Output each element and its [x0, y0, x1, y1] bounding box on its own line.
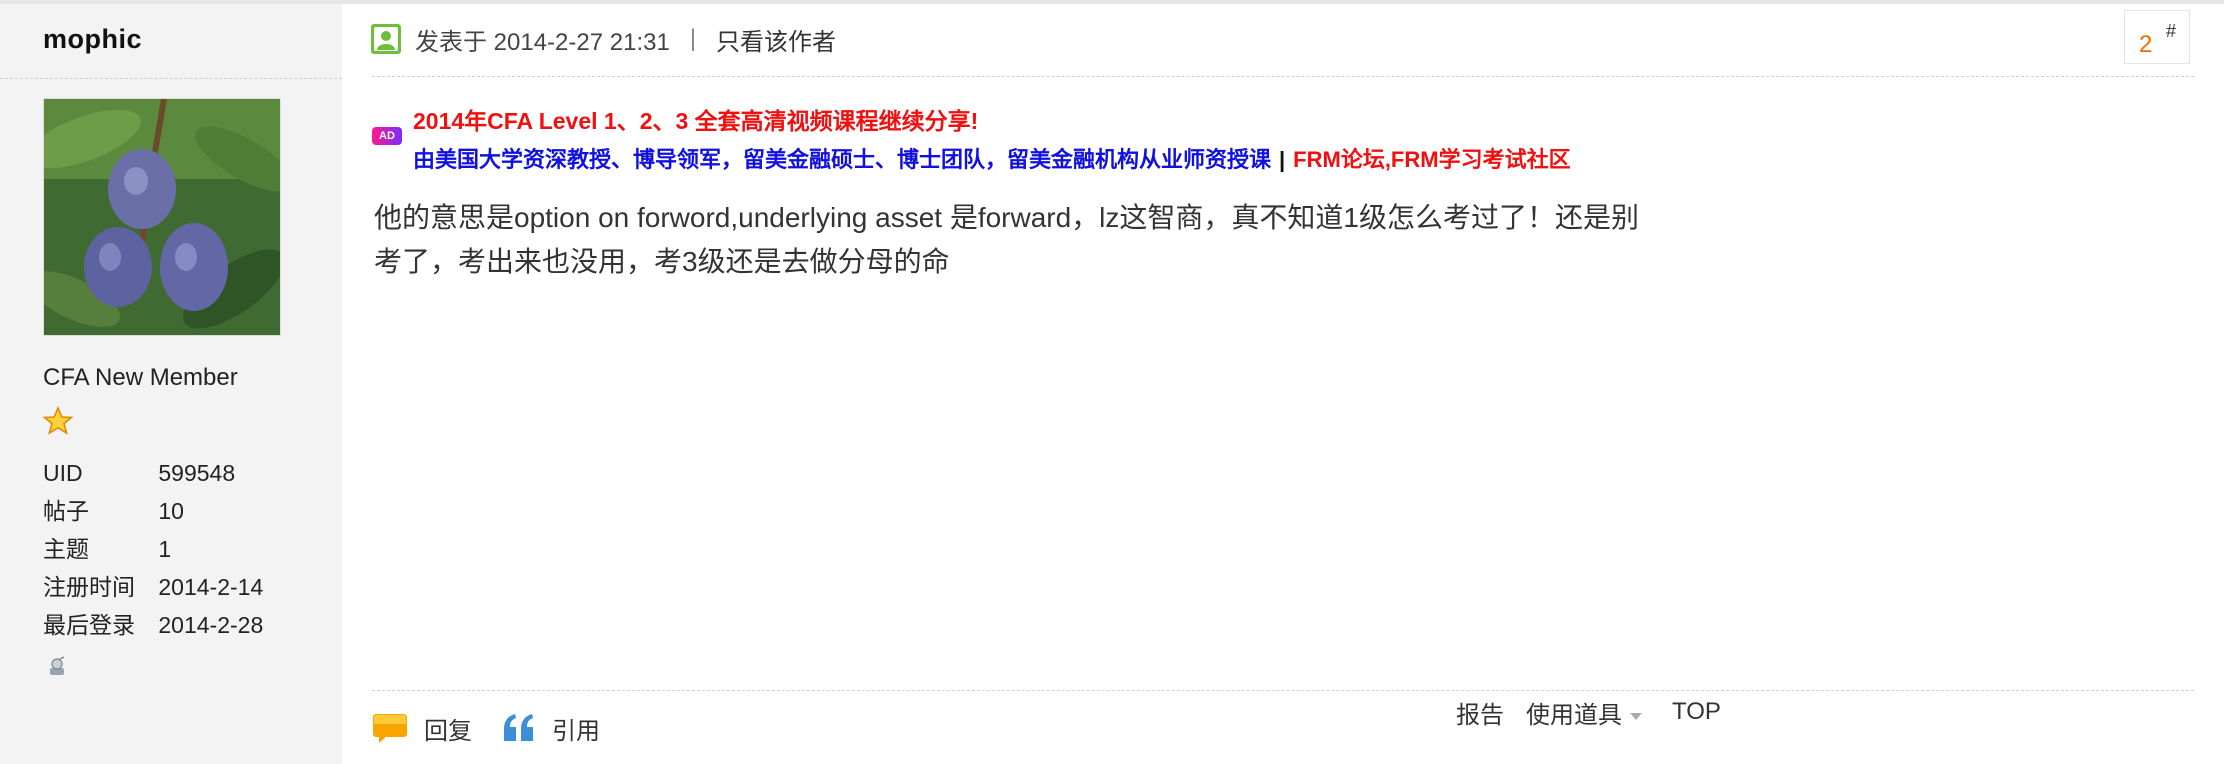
post-content-line: 考了，考出来也没用，考3级还是去做分母的命	[374, 246, 950, 277]
avatar[interactable]	[43, 98, 281, 336]
footer-divider	[372, 690, 2194, 691]
header-divider	[372, 76, 2194, 77]
reply-button[interactable]: 回复	[372, 711, 472, 746]
quote-icon	[504, 714, 533, 741]
stat-value[interactable]: 599548	[158, 454, 235, 492]
stat-label: 最后登录	[43, 612, 135, 638]
member-rank: CFA New Member	[43, 364, 238, 391]
use-item-dropdown[interactable]: 使用道具	[1526, 695, 1642, 730]
quote-button[interactable]: 引用	[502, 711, 600, 746]
post-header: 发表于 2014-2-27 21:31 | 只看该作者	[371, 20, 836, 58]
star-icon	[43, 406, 73, 435]
user-icon	[371, 24, 401, 54]
stat-row-threads: 主题 1	[43, 530, 263, 568]
author-stats: UID 599548 帖子 10 主题 1 注册时间 2014-2-14 最后登…	[43, 454, 263, 644]
online-status-icon[interactable]	[46, 656, 68, 678]
sidebar-divider	[0, 78, 342, 79]
top-link[interactable]: TOP	[1672, 698, 1721, 726]
stat-value: 2014-2-14	[158, 574, 264, 600]
stat-row-posts: 帖子 10	[43, 492, 263, 530]
post-actions-right: 报告 使用道具 TOP	[1456, 694, 1721, 730]
post-timestamp: 发表于 2014-2-27 21:31	[415, 28, 670, 56]
stat-value[interactable]: 10	[158, 492, 184, 530]
ad-badge-icon: AD	[372, 127, 402, 145]
stat-row-last-login: 最后登录 2014-2-28	[43, 606, 263, 644]
post-content-line: 他的意思是option on forword,underlying asset …	[374, 202, 1639, 233]
ad-separator: |	[1279, 147, 1286, 172]
post-actions-left: 回复 引用	[372, 710, 600, 746]
quote-label: 引用	[552, 717, 600, 745]
stat-value[interactable]: 1	[158, 530, 171, 568]
ad-line-2: 由美国大学资深教授、博导领军，留美金融硕士、博士团队，留美金融机构从业师资授课 |…	[413, 142, 1571, 174]
stat-row-uid: UID 599548	[43, 454, 263, 492]
stat-label: UID	[43, 460, 83, 486]
chevron-down-icon	[1630, 712, 1642, 720]
reply-label: 回复	[424, 717, 472, 745]
ad-link-course[interactable]: 2014年CFA Level 1、2、3 全套高清视频课程继续分享!	[413, 102, 978, 136]
reply-icon	[373, 714, 407, 743]
only-author-link[interactable]: 只看该作者	[716, 22, 836, 57]
ad-link-teachers[interactable]: 由美国大学资深教授、博导领军，留美金融硕士、博士团队，留美金融机构从业师资授课	[413, 147, 1271, 172]
ad-link-frm-forum[interactable]: FRM论坛,FRM学习考试社区	[1293, 147, 1570, 172]
floor-number-badge[interactable]: 2 #	[2124, 10, 2190, 64]
stat-label: 帖子	[43, 498, 89, 524]
author-username[interactable]: mophic	[43, 24, 142, 55]
stat-label: 注册时间	[43, 574, 135, 600]
report-link[interactable]: 报告	[1456, 695, 1504, 730]
stat-value: 2014-2-28	[158, 612, 264, 638]
use-item-label: 使用道具	[1526, 701, 1622, 729]
author-sidebar: mophic CFA New Member UID 599548 帖子 10 主…	[0, 4, 342, 764]
stat-row-register-date: 注册时间 2014-2-14	[43, 568, 263, 606]
floor-number: 2	[2139, 31, 2153, 58]
header-separator: |	[689, 25, 697, 52]
post-content: 他的意思是option on forword,underlying asset …	[374, 196, 1754, 284]
stat-label: 主题	[43, 536, 89, 562]
floor-symbol: #	[2166, 21, 2177, 41]
